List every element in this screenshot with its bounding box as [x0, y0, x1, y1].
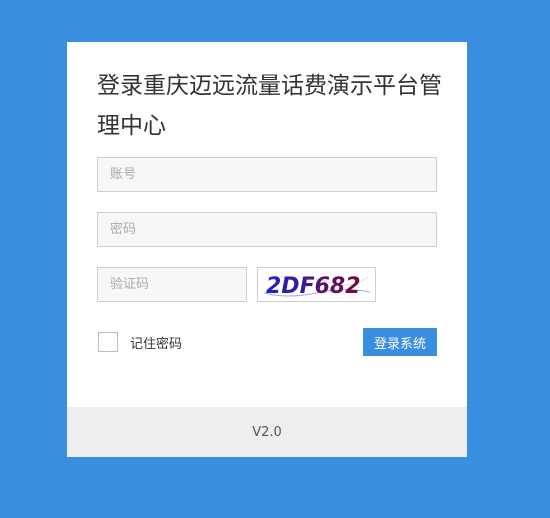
- version-label: V2.0: [252, 424, 282, 440]
- remember-label: 记住密码: [130, 336, 183, 352]
- remember-password[interactable]: 记住密码: [98, 332, 182, 352]
- captcha-text: 2DF682: [266, 274, 361, 299]
- account-input[interactable]: [97, 157, 437, 192]
- captcha-image[interactable]: 2DF682: [257, 267, 376, 302]
- page-title: 登录重庆迈远流量话费演示平台管理中心: [97, 73, 442, 139]
- password-input[interactable]: [97, 212, 437, 247]
- remember-checkbox[interactable]: [98, 332, 118, 352]
- login-card: 登录重庆迈远流量话费演示平台管理中心 2DF682 记住密码 登录系统 V2.0: [67, 42, 467, 457]
- captcha-input[interactable]: [97, 267, 247, 302]
- card-footer: V2.0: [67, 407, 467, 457]
- login-button[interactable]: 登录系统: [363, 328, 437, 356]
